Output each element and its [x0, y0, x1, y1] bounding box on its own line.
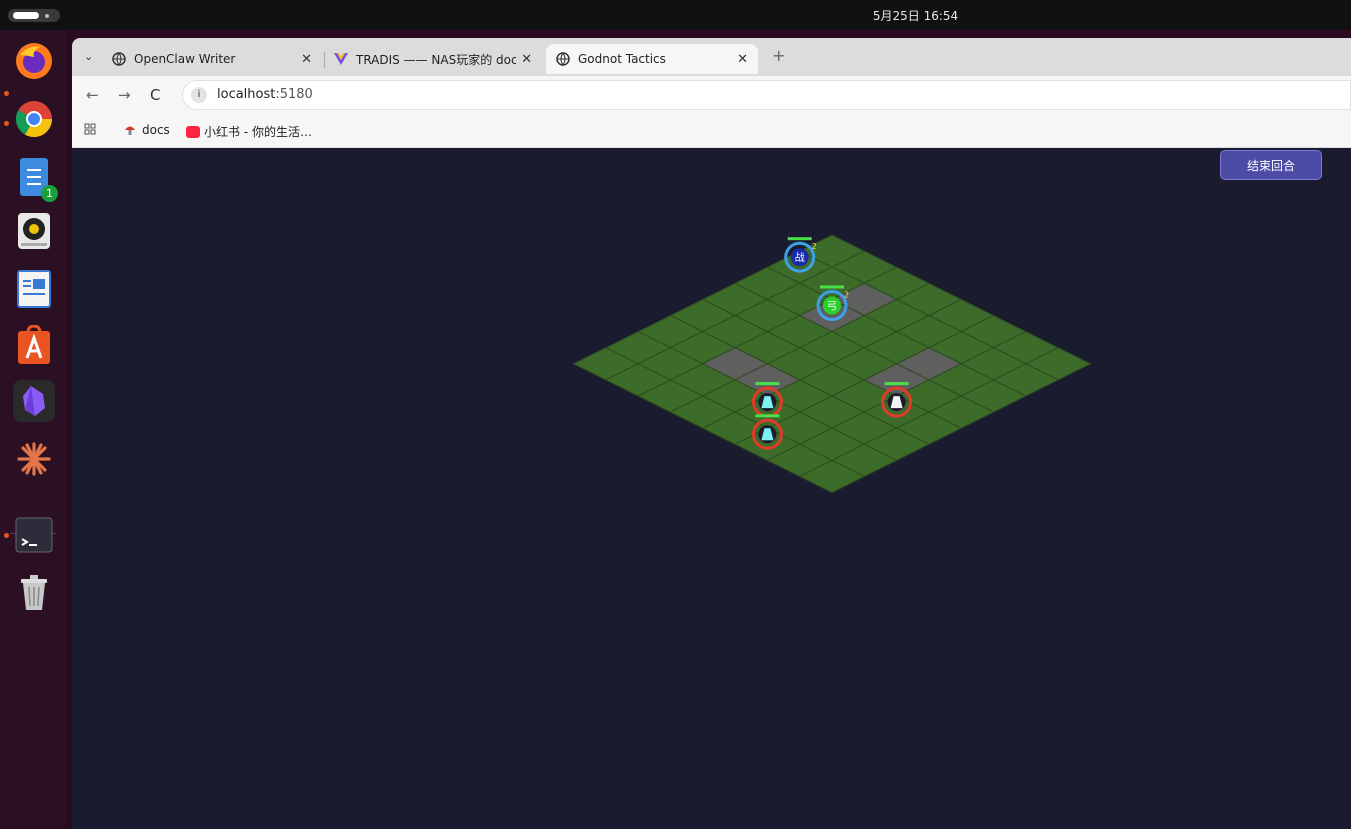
bookmark-docs[interactable]: docs [124, 123, 170, 137]
app-center-icon[interactable] [13, 324, 55, 366]
tab-openclaw-writer[interactable]: OpenClaw Writer ✕ [102, 44, 322, 74]
tab-label: Godnot Tactics [578, 52, 666, 66]
browser-toolbar: ← → C i localhost:5180 [72, 76, 1351, 114]
apps-grid-icon[interactable] [84, 123, 96, 135]
tab-strip: ⌄ OpenClaw Writer ✕ TRADIS —— NAS玩家的 doc… [72, 38, 1351, 76]
bookmarks-bar: docs 小红书 - 你的生活… [72, 114, 1351, 148]
chrome-icon[interactable] [13, 98, 55, 140]
xiaohongshu-icon [186, 125, 200, 138]
address-bar[interactable]: i localhost:5180 [182, 80, 1351, 110]
tab-godnot-tactics[interactable]: Godnot Tactics ✕ [546, 44, 758, 74]
system-top-bar: 5月25日 16:54 [0, 0, 1351, 30]
site-info-icon[interactable]: i [191, 87, 207, 103]
browser-window: ⌄ OpenClaw Writer ✕ TRADIS —— NAS玩家的 doc… [72, 38, 1351, 829]
hp-bar [820, 285, 844, 289]
close-icon[interactable]: ✕ [737, 52, 748, 67]
back-button[interactable]: ← [86, 86, 99, 104]
tab-tradis[interactable]: TRADIS —— NAS玩家的 doc ✕ [324, 44, 542, 74]
isometric-board[interactable]: 战2弓2 [72, 148, 1351, 829]
unit-level: 2 [812, 242, 817, 251]
clock[interactable]: 5月25日 16:54 [0, 7, 1351, 24]
bookmark-xiaohongshu[interactable]: 小红书 - 你的生活… [186, 123, 312, 140]
mushroom-icon [124, 124, 136, 136]
bookmark-label: 小红书 - 你的生活… [204, 125, 312, 139]
running-indicator [4, 91, 9, 96]
globe-icon [556, 52, 570, 66]
bookmark-label: docs [142, 123, 170, 137]
writer-icon[interactable] [13, 268, 55, 310]
globe-icon [112, 52, 126, 66]
game-canvas[interactable]: 战2弓2 结束回合 [72, 148, 1351, 829]
reload-button[interactable]: C [150, 86, 160, 104]
unit-glyph: 弓 [827, 302, 837, 313]
end-turn-button[interactable]: 结束回合 [1220, 150, 1322, 180]
trash-icon[interactable] [13, 572, 55, 614]
rhythmbox-icon[interactable] [13, 210, 55, 252]
unit-level: 2 [844, 291, 849, 300]
close-icon[interactable]: ✕ [301, 52, 312, 67]
new-tab-button[interactable]: + [772, 46, 785, 65]
vue-icon [334, 52, 348, 66]
tab-label: OpenClaw Writer [134, 52, 236, 66]
terminal-icon[interactable] [13, 514, 55, 556]
notification-badge: 1 [41, 185, 58, 202]
hp-bar [755, 414, 780, 418]
hp-bar [787, 237, 812, 241]
hp-bar [755, 382, 780, 386]
close-icon[interactable]: ✕ [521, 52, 532, 67]
running-indicator [4, 121, 9, 126]
obsidian-icon[interactable] [13, 380, 55, 422]
hp-bar [884, 382, 909, 386]
claude-icon[interactable] [13, 438, 55, 480]
url-host: localhost [217, 87, 276, 102]
dock: 1 [0, 30, 66, 829]
url-port: :5180 [275, 87, 313, 102]
tab-search-dropdown[interactable]: ⌄ [84, 50, 93, 63]
running-indicator [4, 533, 9, 538]
url-text[interactable]: localhost:5180 [217, 87, 313, 102]
forward-button[interactable]: → [118, 86, 131, 104]
tab-label: TRADIS —— NAS玩家的 doc [356, 52, 516, 67]
unit-glyph: 战 [795, 252, 805, 264]
firefox-icon[interactable] [13, 40, 55, 82]
